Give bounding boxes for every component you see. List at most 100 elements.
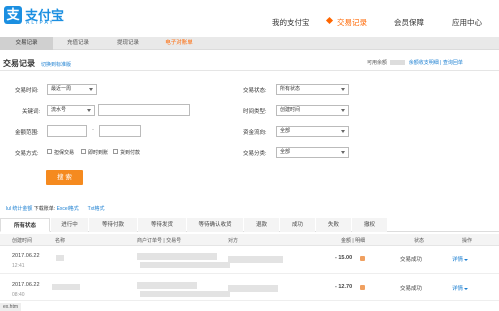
row-date: 2017.06.22 (12, 253, 40, 259)
tab-failed[interactable]: 失败 (316, 218, 351, 232)
caret-down-icon (464, 258, 469, 261)
tab-revoked[interactable]: 撤权 (352, 218, 387, 232)
amount-max-input[interactable] (99, 125, 141, 137)
fund-flow-value: 全部 (280, 128, 291, 134)
tab-success[interactable]: 成功 (280, 218, 315, 232)
row-detail-link[interactable]: 详情 (452, 255, 469, 263)
th-status: 状态 (414, 238, 425, 244)
th-order-number: 商户订单号 | 交易号 (137, 238, 182, 244)
th-actions: 操作 (462, 238, 473, 244)
alipay-logo-icon: 支 (4, 6, 22, 24)
row-status: 交易成功 (400, 286, 423, 292)
dropdown-arrow-icon (341, 88, 345, 91)
excel-download-link[interactable]: Excel格式 (57, 206, 79, 212)
trade-status-label: 交易状态: (243, 88, 267, 94)
download-label: 下载账单: (33, 206, 56, 212)
trade-number-redacted (140, 262, 230, 268)
dropdown-arrow-icon (87, 109, 91, 112)
order-number-redacted (137, 253, 217, 260)
tab-awaiting-payment[interactable]: 等待付款 (89, 218, 137, 232)
row-date: 2017.06.22 (12, 282, 40, 288)
nav-app-center[interactable]: 应用中心 (452, 17, 482, 28)
th-amount: 金额 | 明细 (341, 238, 366, 244)
detail-flag-icon[interactable] (360, 256, 365, 261)
dropdown-arrow-icon (341, 130, 345, 133)
detail-flag-icon[interactable] (360, 285, 365, 290)
amount-min-input[interactable] (47, 125, 87, 137)
subtab-e-statement[interactable]: 电子对账单 (153, 37, 205, 50)
escrow-label: 担保交易 (54, 150, 75, 156)
tab-refund[interactable]: 退款 (244, 218, 279, 232)
nav-member-protection[interactable]: 会员保障 (394, 17, 424, 28)
switch-standard-link[interactable]: 切换到标准版 (41, 61, 71, 68)
row-detail-link[interactable]: 详情 (452, 284, 469, 292)
search-button[interactable]: 搜 索 (46, 170, 83, 185)
th-created-time: 创建时间 (12, 238, 33, 244)
status-tabs: 所有状态 进行中 等待付款 等待发货 等待确认收货 退款 成功 失败 撤权 (0, 218, 499, 232)
nav-my-alipay[interactable]: 我的支付宝 (272, 17, 310, 28)
balance-box: 可用余额 余额收支明细 | 查询回单 (367, 59, 463, 66)
stats-amount-link[interactable]: lul 统计金额 (6, 206, 32, 212)
tab-all-status[interactable]: 所有状态 (0, 218, 50, 232)
dropdown-arrow-icon (341, 109, 345, 112)
balance-value-redacted (390, 60, 406, 66)
table-row[interactable]: 2017.06.22 08:40 - 12.70 交易成功 详情 (0, 275, 499, 301)
trade-category-select[interactable]: 全部 (276, 147, 349, 158)
active-nav-diamond-icon (325, 16, 334, 25)
trade-time-select[interactable]: 最近一周 (47, 84, 97, 95)
time-type-select[interactable]: 创建时间 (276, 105, 349, 116)
cod-checkbox[interactable] (113, 149, 118, 154)
subtab-transaction-records[interactable]: 交易记录 (0, 37, 53, 50)
time-type-label: 时间类型: (243, 109, 267, 115)
alipay-logo[interactable]: 支 支付宝 ALIPAY (4, 6, 76, 30)
trade-category-label: 交易分类: (243, 151, 267, 157)
trade-method-label: 交易方式: (15, 151, 39, 157)
keyword-type-value: 流水号 (51, 107, 67, 113)
instant-label: 即时到账 (88, 150, 109, 156)
th-counterparty: 对方 (228, 238, 239, 244)
table-row[interactable]: 2017.06.22 12:41 - 15.00 交易成功 详情 (0, 248, 499, 274)
fund-flow-label: 资金流向: (243, 130, 267, 136)
tab-awaiting-shipment[interactable]: 等待发货 (138, 218, 186, 232)
txt-download-link[interactable]: Txt格式 (88, 206, 105, 212)
trade-status-select[interactable]: 所有状态 (276, 84, 349, 95)
sub-navigation: 交易记录 充值记录 提现记录 电子对账单 (0, 37, 499, 50)
amount-range-label: 金额范围: (15, 130, 39, 136)
balance-links[interactable]: 余额收支明细 | 查询回单 (409, 60, 463, 66)
trade-category-value: 全部 (280, 149, 291, 155)
name-redacted (52, 284, 80, 290)
balance-label: 可用余额 (367, 60, 388, 66)
dropdown-arrow-icon (89, 88, 93, 91)
cod-label: 货到付款 (120, 150, 141, 156)
trade-status-value: 所有状态 (280, 86, 301, 92)
detail-label: 详情 (452, 257, 464, 263)
row-amount: - 15.00 (335, 255, 353, 261)
subtab-withdraw-records[interactable]: 提现记录 (103, 37, 153, 50)
escrow-checkbox[interactable] (47, 149, 52, 154)
trade-time-label: 交易时间: (15, 88, 39, 94)
instant-checkbox[interactable] (81, 149, 86, 154)
tab-awaiting-receipt[interactable]: 等待确认收货 (187, 218, 243, 232)
browser-status-bar: ex.htm (0, 303, 22, 311)
fund-flow-select[interactable]: 全部 (276, 126, 349, 137)
subtab-recharge-records[interactable]: 充值记录 (53, 37, 103, 50)
keyword-input[interactable] (98, 104, 190, 116)
dropdown-arrow-icon (341, 151, 345, 154)
page-title: 交易记录 (3, 59, 35, 68)
nav-transaction-records[interactable]: 交易记录 (337, 17, 367, 28)
order-number-redacted (137, 282, 197, 289)
time-type-value: 创建时间 (280, 107, 301, 113)
keyword-type-select[interactable]: 流水号 (47, 105, 95, 116)
amount-range-dash: - (92, 127, 94, 133)
name-redacted (56, 255, 64, 261)
counterparty-redacted (228, 285, 278, 292)
title-bar: 交易记录 切换到标准版 可用余额 余额收支明细 | 查询回单 (0, 55, 499, 71)
detail-label: 详情 (452, 286, 464, 292)
top-header: 支 支付宝 ALIPAY 我的支付宝 交易记录 会员保障 应用中心 (0, 0, 499, 37)
row-amount: - 12.70 (335, 284, 353, 290)
keyword-label: 关键词: (22, 109, 41, 115)
counterparty-redacted (228, 256, 283, 263)
logo-english-text: ALIPAY (26, 20, 55, 26)
th-name: 名称 (55, 238, 66, 244)
tab-in-progress[interactable]: 进行中 (51, 218, 88, 232)
